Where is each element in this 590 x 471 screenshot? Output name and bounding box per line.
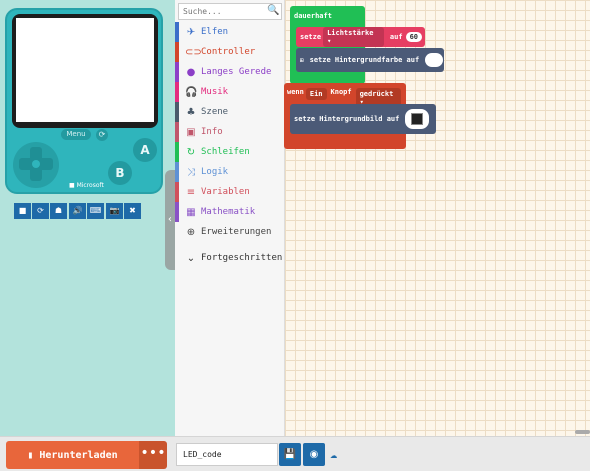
simulator-panel: Menu ⟳ A B ■ Microsoft ■ ⟳ ☗ 🔊 ⌨ 📷 ✖ ‹ — [0, 0, 175, 436]
category-icon: ⊕ — [186, 226, 196, 238]
category-label: Elfen — [201, 27, 229, 37]
category-color-stripe — [175, 122, 179, 142]
when-label: wenn — [287, 88, 304, 96]
microsoft-logo: ■ Microsoft — [69, 182, 104, 189]
set-background-color-block[interactable]: ⊞ setze Hintergrundfarbe auf — [296, 48, 444, 72]
category-label: Fortgeschritten — [201, 253, 283, 263]
cloud-icon[interactable]: ☁ — [330, 447, 337, 461]
brightness-value-input[interactable]: 60 — [405, 32, 422, 42]
category-color-stripe — [175, 62, 179, 82]
category-fortgeschritten[interactable]: ⌄ Fortgeschritten — [175, 248, 285, 268]
category-label: Logik — [201, 167, 229, 177]
set-label: setze — [300, 33, 322, 41]
screenshot-icon[interactable]: 📷 — [106, 203, 123, 219]
category-label: Variablen — [201, 187, 250, 197]
category-langes-gerede[interactable]: ● Langes Gerede — [175, 62, 285, 82]
forever-label: dauerhaft — [294, 12, 332, 20]
dpad-center — [32, 160, 40, 168]
color-picker[interactable] — [425, 53, 444, 67]
save-icon[interactable]: 💾 — [279, 443, 301, 466]
category-color-stripe — [175, 162, 179, 182]
category-info[interactable]: ▣ Info — [175, 122, 285, 142]
category-label: Musik — [201, 87, 229, 97]
category-label: Info — [201, 127, 223, 137]
category-controller[interactable]: ⊂⊃ Controller — [175, 42, 285, 62]
download-button[interactable]: ▮ Herunterladen — [6, 441, 139, 469]
restart-icon[interactable]: ⟳ — [32, 203, 49, 219]
more-options-button[interactable]: ••• — [139, 441, 167, 469]
debug-icon[interactable]: ☗ — [50, 203, 67, 219]
collapse-simulator-handle[interactable]: ‹ — [165, 170, 175, 270]
category-elfen[interactable]: ✈ Elfen — [175, 22, 285, 42]
block-workspace[interactable]: dauerhaft setze Lichtstärke ▾ auf 60 ⊞ s… — [284, 0, 590, 436]
set-background-image-block[interactable]: setze Hintergrundbild auf — [290, 104, 436, 134]
category-color-stripe — [175, 142, 179, 162]
to-label: auf — [389, 33, 403, 41]
reset-icon[interactable]: ⟳ — [96, 129, 108, 141]
category-icon: 🎧 — [185, 86, 198, 98]
fullscreen-icon[interactable]: ✖ — [124, 203, 141, 219]
knopf-label: Knopf — [330, 88, 352, 96]
simulator-toolbar: ■ ⟳ ☗ 🔊 ⌨ 📷 ✖ — [14, 203, 141, 219]
category-color-stripe — [175, 82, 179, 102]
set-brightness-block[interactable]: setze Lichtstärke ▾ auf 60 — [296, 27, 425, 47]
category-icon: ↻ — [186, 146, 196, 158]
screen-bezel — [12, 14, 158, 128]
workspace-scrollbar[interactable] — [575, 430, 590, 434]
category-label: Langes Gerede — [201, 67, 272, 77]
download-label: Herunterladen — [39, 449, 118, 461]
search-icon[interactable]: 🔍 — [267, 5, 279, 16]
keyboard-icon[interactable]: ⌨ — [87, 203, 104, 219]
category-color-stripe — [175, 42, 179, 62]
stop-icon[interactable]: ■ — [14, 203, 31, 219]
category-label: Controller — [201, 47, 256, 57]
image-picker[interactable] — [405, 109, 430, 129]
category-label: Erweiterungen — [201, 227, 272, 237]
category-icon: ✈ — [186, 26, 196, 38]
project-name-input[interactable] — [176, 443, 278, 466]
set-bg-image-label: setze Hintergrundbild auf — [294, 115, 400, 123]
brightness-dropdown[interactable]: Lichtstärke ▾ — [323, 27, 384, 47]
category-icon: ⌄ — [186, 252, 196, 264]
category-color-stripe — [175, 22, 179, 42]
set-bg-color-label: setze Hintergrundfarbe auf — [309, 56, 420, 64]
github-icon[interactable]: ◉ — [303, 443, 325, 466]
category-icon: ⤨ — [187, 166, 195, 178]
category-icon: ▦ — [186, 206, 196, 218]
category-label: Szene — [201, 107, 229, 117]
category-icon: ♣ — [186, 106, 196, 118]
bottom-bar: ▮ Herunterladen ••• 💾 ◉ ☁ — [0, 436, 590, 471]
category-color-stripe — [175, 182, 179, 202]
category-label: Mathematik — [201, 207, 256, 217]
b-button[interactable]: B — [108, 161, 132, 185]
download-icon: ▮ — [27, 449, 34, 461]
game-screen[interactable] — [16, 18, 154, 122]
category-variablen[interactable]: ≡ Variablen — [175, 182, 285, 202]
category-color-stripe — [175, 222, 179, 242]
category-musik[interactable]: 🎧 Musik — [175, 82, 285, 102]
a-button[interactable]: A — [133, 138, 157, 162]
category-color-stripe — [175, 202, 179, 222]
category-icon: ● — [186, 66, 196, 78]
menu-button[interactable]: Menu — [61, 129, 91, 140]
game-console: Menu ⟳ A B ■ Microsoft — [5, 8, 163, 194]
category-icon: ▣ — [186, 126, 196, 138]
category-color-stripe — [175, 248, 179, 268]
category-logik[interactable]: ⤨ Logik — [175, 162, 285, 182]
mute-icon[interactable]: 🔊 — [69, 203, 86, 219]
category-schleifen[interactable]: ↻ Schleifen — [175, 142, 285, 162]
background-color-icon: ⊞ — [300, 56, 304, 64]
toolbox: 🔍 ✈Elfen⊂⊃Controller●Langes Gerede🎧Musik… — [175, 0, 285, 436]
button-dropdown[interactable]: Ein — [305, 88, 327, 100]
category-mathematik[interactable]: ▦ Mathematik — [175, 202, 285, 222]
category-color-stripe — [175, 102, 179, 122]
category-erweiterungen[interactable]: ⊕ Erweiterungen — [175, 222, 285, 242]
category-szene[interactable]: ♣ Szene — [175, 102, 285, 122]
category-icon: ⊂⊃ — [185, 46, 202, 58]
category-icon: ≡ — [186, 186, 196, 198]
category-label: Schleifen — [201, 147, 250, 157]
